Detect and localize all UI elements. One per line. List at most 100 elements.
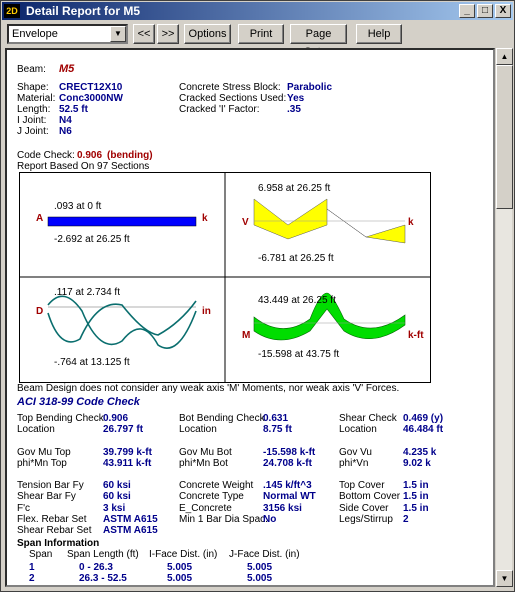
aci-label: Tension Bar Fy	[17, 480, 84, 492]
result-type-dropdown[interactable]: Envelope ▼	[7, 24, 128, 44]
aci-value: 1.5 in	[403, 491, 429, 503]
aci-label: Gov Vu	[339, 446, 372, 458]
toolbar: Envelope ▼ << >> Options Print Page Setu…	[2, 22, 513, 58]
span-cell: 0 - 26.3	[79, 562, 113, 573]
code-check-type: (bending)	[107, 150, 153, 161]
aci-label: Bottom Cover	[339, 491, 401, 503]
aci-label: Location	[339, 424, 377, 436]
scroll-down-icon[interactable]: ▼	[496, 570, 513, 587]
aci-label: Side Cover	[339, 502, 389, 514]
aci-label: Flex. Rebar Set	[17, 513, 87, 525]
span-cell: 2	[29, 573, 35, 584]
diagram-grid: A k .093 at 0 ft -2.692 at 26.25 ft V k …	[19, 172, 431, 383]
aci-value: .145 k/ft^3	[263, 480, 312, 492]
aci-label: Top Cover	[339, 480, 385, 492]
span-cell: 5.005	[167, 562, 193, 573]
stress-block-label: Concrete Stress Block:	[179, 82, 281, 93]
beam-label: Beam:	[17, 64, 46, 75]
code-check-value: 0.906	[77, 150, 103, 161]
close-button[interactable]: X	[495, 4, 511, 18]
aci-value: -15.598 k-ft	[263, 446, 316, 458]
aci-label: Gov Mu Bot	[179, 446, 232, 458]
moment-min: -15.598 at 43.75 ft	[258, 349, 340, 360]
scroll-up-icon[interactable]: ▲	[496, 48, 513, 65]
moment-unit: k-ft	[408, 330, 424, 341]
aci-label: Shear Bar Fy	[17, 491, 76, 503]
shear-symbol: V	[242, 217, 249, 228]
shear-unit: k	[408, 217, 414, 228]
help-button[interactable]: Help	[356, 24, 402, 44]
window-title: Detail Report for M5	[26, 4, 141, 18]
aci-value: ASTM A615	[103, 513, 158, 525]
aci-value: 1.5 in	[403, 480, 429, 492]
aci-value: Normal WT	[263, 491, 316, 503]
material-value: Conc3000NW	[59, 93, 123, 104]
stress-block-value: Parabolic	[287, 82, 333, 93]
maximize-button[interactable]: □	[477, 4, 493, 18]
span-cell: 5.005	[167, 573, 193, 584]
aci-label: phi*Mn Bot	[179, 457, 228, 469]
aci-value: 2	[403, 513, 409, 525]
aci-value: ASTM A615	[103, 525, 158, 536]
length-label: Length:	[17, 104, 51, 115]
shear-min: -6.781 at 26.25 ft	[258, 253, 334, 264]
deflection-diagram-1	[47, 295, 197, 349]
aci-value: 0.631	[263, 413, 289, 424]
material-label: Material:	[17, 93, 56, 104]
aci-value: 46.484 ft	[403, 424, 444, 436]
deflection-max: .117 at 2.734 ft	[54, 287, 120, 298]
aci-label: Concrete Type	[179, 491, 244, 503]
span-header: Span Length (ft)	[67, 549, 139, 560]
aci-value: No	[263, 513, 277, 525]
span-info-title: Span Information	[17, 538, 100, 549]
span-cell: 5.005	[247, 573, 273, 584]
aci-value: 0.469 (y)	[403, 413, 444, 424]
aci-label: Bot Bending Check	[179, 413, 265, 424]
next-member-button[interactable]: >>	[157, 24, 179, 44]
scroll-thumb[interactable]	[496, 65, 513, 209]
aci-value: 0.906	[103, 413, 129, 424]
ijoint-value: N4	[59, 115, 72, 126]
vertical-scrollbar[interactable]: ▲ ▼	[495, 48, 513, 587]
deflection-symbol: D	[36, 306, 44, 317]
aci-label: Shear Check	[339, 413, 397, 424]
deflection-min: -.764 at 13.125 ft	[54, 357, 130, 368]
aci-label: Location	[179, 424, 217, 436]
axial-symbol: A	[36, 213, 44, 224]
prev-member-button[interactable]: <<	[133, 24, 155, 44]
sections-text: Report Based On 97 Sections	[17, 161, 150, 172]
shear-max: 6.958 at 26.25 ft	[258, 183, 331, 194]
moment-max: 43.449 at 26.25 ft	[258, 295, 336, 306]
aci-label: E_Concrete	[179, 502, 232, 514]
aci-value: 60 ksi	[103, 480, 131, 492]
aci-label: F'c	[17, 502, 31, 514]
aci-value: 39.799 k-ft	[103, 446, 152, 458]
page-setup-button[interactable]: Page Setup	[290, 24, 347, 58]
aci-value: 1.5 in	[403, 502, 429, 514]
aci-value: 9.02 k	[403, 457, 431, 469]
title-bar[interactable]: 2D Detail Report for M5 _ □ X	[2, 2, 513, 20]
axial-max: .093 at 0 ft	[54, 201, 102, 212]
print-button[interactable]: Print	[238, 24, 284, 44]
aci-value: 60 ksi	[103, 491, 131, 503]
span-header: J-Face Dist. (in)	[229, 549, 300, 560]
span-cell: 26.3 - 52.5	[79, 573, 127, 584]
options-button[interactable]: Options	[184, 24, 231, 44]
aci-label: Legs/Stirrup	[339, 513, 393, 525]
shape-label: Shape:	[17, 82, 49, 93]
span-cell: 1	[29, 562, 35, 573]
span-header: I-Face Dist. (in)	[149, 549, 218, 560]
chevron-down-icon[interactable]: ▼	[110, 26, 126, 42]
aci-label: phi*Mn Top	[17, 457, 67, 469]
minimize-button[interactable]: _	[459, 4, 475, 18]
aci-label: phi*Vn	[339, 457, 369, 469]
aci-label: Shear Rebar Set	[17, 525, 92, 536]
report-pane: Beam: M5 Shape: CRECT12X10 Material: Con…	[5, 48, 495, 587]
aci-value: 26.797 ft	[103, 424, 144, 436]
ijoint-label: I Joint:	[17, 115, 47, 126]
deflection-unit: in	[202, 306, 211, 317]
aci-value: 4.235 k	[403, 446, 437, 458]
aci-label: Min 1 Bar Dia Spac.	[179, 513, 268, 525]
span-header: Span	[29, 549, 53, 560]
aci-value: 8.75 ft	[263, 424, 292, 436]
